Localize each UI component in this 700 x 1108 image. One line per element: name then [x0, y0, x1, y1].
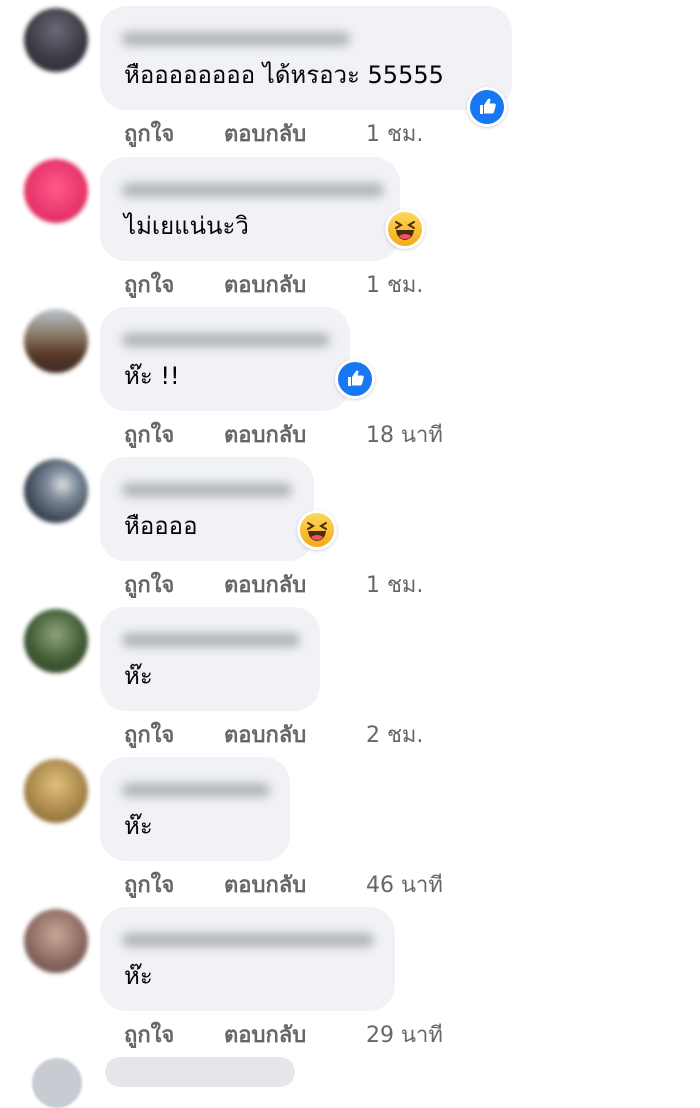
- comment-bubble: ห๊ะ: [100, 607, 320, 711]
- timestamp[interactable]: 1 ชม.: [366, 271, 423, 301]
- author-name-blurred[interactable]: [122, 32, 350, 46]
- like-link[interactable]: ถูกใจ: [124, 871, 174, 901]
- comment-bubble: ห๊ะ: [100, 907, 395, 1011]
- reply-link[interactable]: ตอบกลับ: [224, 871, 306, 901]
- timestamp[interactable]: 18 นาที: [366, 421, 443, 451]
- avatar[interactable]: [24, 309, 88, 373]
- like-link[interactable]: ถูกใจ: [124, 1021, 174, 1051]
- avatar[interactable]: [24, 759, 88, 823]
- comment-bubble: หืออออ: [100, 457, 334, 561]
- comment-item: ไม่เยแน่นะวิ ถูกใจ ตอบกลับ 1 ชม.: [0, 157, 700, 309]
- reply-link[interactable]: ตอบกลับ: [224, 721, 306, 751]
- comment-item: หืออออออออ ได้หรอวะ 55555 ถูกใจ ตอบกลับ …: [0, 6, 700, 158]
- author-name-blurred[interactable]: [122, 933, 374, 947]
- comment-bubble: ห๊ะ: [100, 757, 290, 861]
- comment-text: ห๊ะ: [124, 962, 153, 990]
- timestamp[interactable]: 2 ชม.: [366, 721, 423, 751]
- author-name-blurred[interactable]: [122, 783, 270, 797]
- comment-item: หืออออ ถูกใจ ตอบกลับ 1 ชม.: [0, 457, 700, 609]
- comment-bubble: หืออออออออ ได้หรอวะ 55555: [100, 6, 512, 124]
- like-link[interactable]: ถูกใจ: [124, 421, 174, 451]
- comment-text: ห๊ะ: [124, 662, 153, 690]
- like-icon[interactable]: [338, 362, 372, 396]
- comment-bubble: ห๊ะ !!: [100, 307, 372, 411]
- like-icon[interactable]: [470, 90, 504, 124]
- reply-link[interactable]: ตอบกลับ: [224, 1021, 306, 1051]
- comment-bubble: [105, 1057, 295, 1087]
- comment-text: หืออออออออ ได้หรอวะ 55555: [124, 61, 444, 89]
- timestamp[interactable]: 1 ชม.: [366, 120, 423, 150]
- comment-text: ไม่เยแน่นะวิ: [124, 212, 249, 240]
- author-name-blurred[interactable]: [122, 633, 300, 647]
- like-link[interactable]: ถูกใจ: [124, 120, 174, 150]
- avatar[interactable]: [24, 8, 88, 72]
- avatar[interactable]: [32, 1058, 82, 1108]
- author-name-blurred[interactable]: [122, 333, 330, 347]
- like-link[interactable]: ถูกใจ: [124, 271, 174, 301]
- timestamp[interactable]: 1 ชม.: [366, 571, 423, 601]
- haha-icon[interactable]: [300, 513, 334, 547]
- avatar[interactable]: [24, 609, 88, 673]
- avatar[interactable]: [24, 459, 88, 523]
- like-link[interactable]: ถูกใจ: [124, 721, 174, 751]
- comment-text: หืออออ: [124, 512, 198, 540]
- haha-icon[interactable]: [388, 212, 422, 246]
- reply-link[interactable]: ตอบกลับ: [224, 421, 306, 451]
- timestamp[interactable]: 46 นาที: [366, 871, 443, 901]
- comment-item: ห๊ะ ถูกใจ ตอบกลับ 2 ชม.: [0, 607, 700, 759]
- comment-item: ห๊ะ ถูกใจ ตอบกลับ 46 นาที: [0, 757, 700, 909]
- like-link[interactable]: ถูกใจ: [124, 571, 174, 601]
- comment-text: ห๊ะ: [124, 812, 153, 840]
- reply-link[interactable]: ตอบกลับ: [224, 271, 306, 301]
- author-name-blurred[interactable]: [122, 483, 292, 497]
- comment-text: ห๊ะ !!: [124, 362, 180, 390]
- author-name-blurred[interactable]: [122, 183, 384, 197]
- avatar[interactable]: [24, 159, 88, 223]
- comment-bubble: ไม่เยแน่นะวิ: [100, 157, 422, 261]
- comment-item: ห๊ะ ถูกใจ ตอบกลับ 29 นาที: [0, 907, 700, 1059]
- comment-item: ห๊ะ !! ถูกใจ ตอบกลับ 18 นาที: [0, 307, 700, 459]
- reply-link[interactable]: ตอบกลับ: [224, 120, 306, 150]
- reply-link[interactable]: ตอบกลับ: [224, 571, 306, 601]
- avatar[interactable]: [24, 909, 88, 973]
- timestamp[interactable]: 29 นาที: [366, 1021, 443, 1051]
